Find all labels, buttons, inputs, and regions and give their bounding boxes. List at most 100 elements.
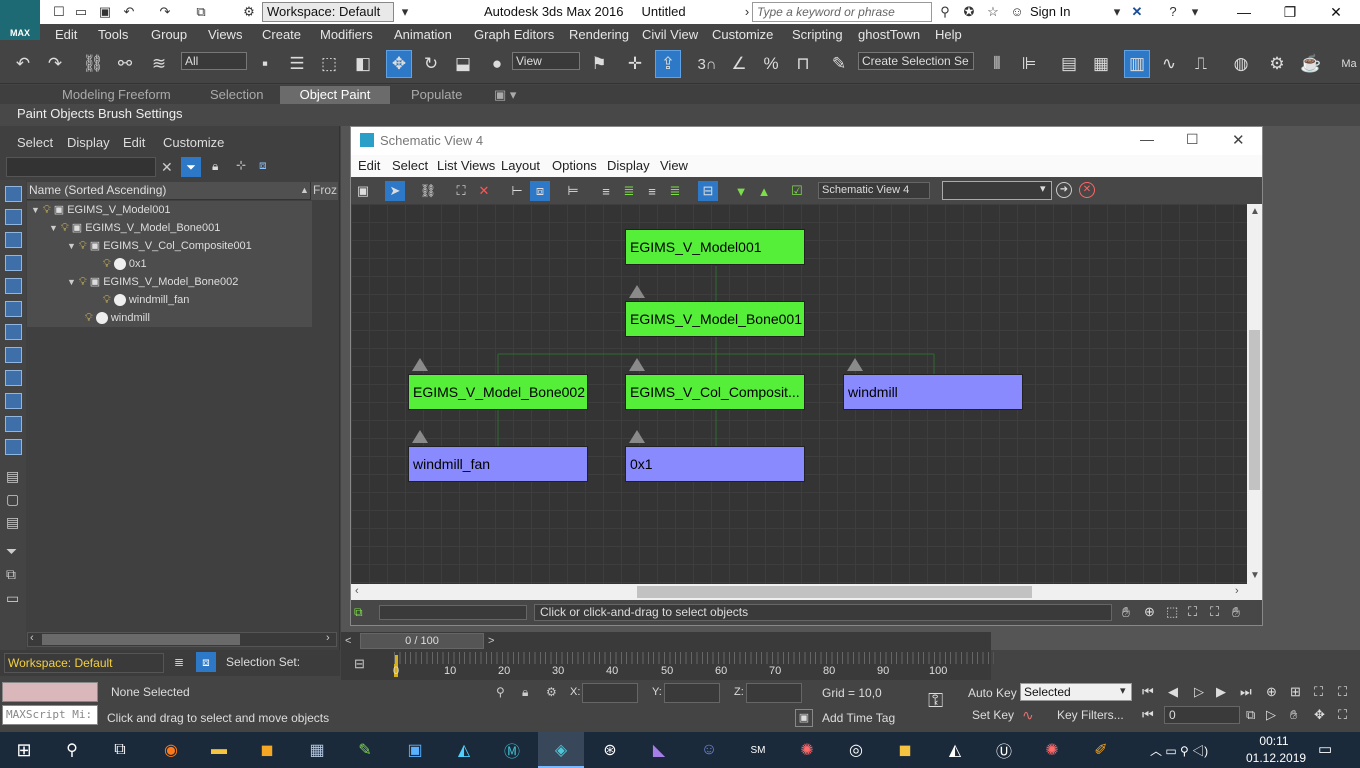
zoom-icon[interactable]: ⊕ <box>1266 684 1277 700</box>
sch-menu-display[interactable]: Display <box>607 158 650 173</box>
menu-create[interactable]: Create <box>262 27 301 42</box>
references-mode-icon[interactable]: ⧈ <box>530 181 550 201</box>
close-button[interactable]: ✕ <box>1232 131 1245 149</box>
panel-paint-objects[interactable]: Paint Objects <box>13 105 98 124</box>
edit-named-selection-icon[interactable]: ✎ <box>826 50 852 78</box>
mudbox-icon[interactable]: ◭ <box>450 736 478 764</box>
align-icon[interactable]: ⊫ <box>1016 50 1042 78</box>
app-icon[interactable]: ✺ <box>793 736 821 764</box>
user-icon[interactable]: ☺ <box>1008 3 1026 21</box>
display-shapes-icon[interactable] <box>5 232 22 248</box>
display-bones-icon[interactable] <box>5 393 22 409</box>
chevron-down-icon[interactable]: ▼ <box>67 277 76 287</box>
tree-item[interactable]: ▼ 💡︎ ▣ EGIMS_V_Model001 <box>27 201 312 219</box>
zoom-extents-all-icon[interactable]: ⛶ <box>1338 684 1347 700</box>
orbit-icon[interactable]: ✥ <box>1314 707 1325 723</box>
display-all-icon[interactable]: ▤ <box>6 468 19 485</box>
schematic-node[interactable]: EGIMS_V_Model_Bone002 <box>408 374 588 410</box>
app-icon[interactable]: ▦ <box>303 736 331 764</box>
link-icon[interactable]: ⛓ <box>80 50 106 78</box>
time-prev-icon[interactable]: < <box>345 635 351 647</box>
tree-item[interactable]: ▼ 💡︎ ▣ EGIMS_V_Col_Composite001 <box>27 237 312 255</box>
key-curve-icon[interactable]: ∿ <box>1022 707 1034 724</box>
notifications-icon[interactable]: ▭ <box>1318 740 1332 758</box>
clear-icon[interactable]: ✕ <box>1079 182 1095 198</box>
menu-scripting[interactable]: Scripting <box>792 27 843 42</box>
find-input[interactable] <box>6 157 156 177</box>
collapse-icon[interactable]: ▼ <box>731 181 751 201</box>
hierarchy-mode-icon[interactable]: ⧈ <box>196 652 216 672</box>
steam-icon[interactable]: ⊛ <box>596 736 624 764</box>
undo-icon[interactable]: ↶ <box>120 3 138 21</box>
zoom-all-icon[interactable]: ⊞ <box>1290 684 1301 700</box>
se-menu-customize[interactable]: Customize <box>163 135 224 150</box>
render-frame-icon[interactable]: ☕ <box>1298 50 1324 78</box>
zoom-selected-icon[interactable]: ⛶ <box>1210 604 1219 620</box>
go-to-end-icon[interactable]: ⏭ <box>1240 684 1252 700</box>
collapse-triangle-icon[interactable] <box>629 285 645 298</box>
arrange-children-icon[interactable]: ⊟ <box>698 181 718 201</box>
scrollbar-thumb[interactable] <box>637 586 1032 598</box>
menu-animation[interactable]: Animation <box>394 27 452 42</box>
subscription-icon[interactable]: ✪ <box>960 3 978 21</box>
tab-selection[interactable]: Selection <box>202 86 271 105</box>
firefox-icon[interactable]: ◉ <box>157 736 185 764</box>
key-mode-dropdown[interactable]: Selected <box>1020 683 1132 701</box>
schematic-node[interactable]: EGIMS_V_Model001 <box>625 229 805 265</box>
time-slider-thumb[interactable]: 0 / 100 <box>360 633 484 649</box>
next-frame-icon[interactable]: ▶ <box>1216 684 1226 700</box>
menu-graph-editors[interactable]: Graph Editors <box>474 27 554 42</box>
chevron-down-icon[interactable]: ▾ <box>1120 684 1126 697</box>
sch-menu-select[interactable]: Select <box>392 158 428 173</box>
align-right-icon[interactable]: ≡ <box>642 181 662 201</box>
scroll-down-icon[interactable]: ▼ <box>1250 570 1260 581</box>
app-icon[interactable]: ✺ <box>1038 736 1066 764</box>
save-icon[interactable]: ▣ <box>96 3 114 21</box>
clear-search-icon[interactable]: ✕ <box>161 159 177 175</box>
workspace-icon[interactable]: ⚙ <box>240 3 258 21</box>
filter-icon[interactable]: ⏷ <box>181 157 201 177</box>
pivot-center-icon[interactable]: ⚑ <box>586 50 612 78</box>
auto-key-button[interactable]: Auto Key <box>968 686 1017 700</box>
se-menu-display[interactable]: Display <box>67 135 110 150</box>
go-arrow-icon[interactable]: ➜ <box>1056 182 1072 198</box>
display-xrefs-icon[interactable] <box>5 370 22 386</box>
select-rotate-icon[interactable]: ↻ <box>418 50 444 78</box>
filter-icon[interactable]: ⊨ <box>563 181 583 201</box>
search-dropdown[interactable] <box>942 181 1052 200</box>
menu-tools[interactable]: Tools <box>98 27 128 42</box>
zoom-region-icon[interactable]: ⬚ <box>1166 604 1178 620</box>
tree-item[interactable]: ▼ 💡︎ ▣ EGIMS_V_Model_Bone002 <box>27 273 312 291</box>
pan-hand-icon[interactable]: ✋︎ <box>1122 604 1130 621</box>
paint-icon[interactable]: ✐ <box>1087 736 1115 764</box>
maxscript-input[interactable]: MAXScript Mi: <box>2 705 98 725</box>
display-invert-icon[interactable]: ▤ <box>6 514 19 531</box>
layers-icon[interactable]: ≣ <box>174 655 184 669</box>
app-menu-button[interactable]: MAX <box>0 0 40 40</box>
schematic-node[interactable]: windmill_fan <box>408 446 588 482</box>
collapse-triangle-icon[interactable] <box>629 430 645 443</box>
chevron-down-icon[interactable]: ▼ <box>31 205 40 215</box>
go-to-start-icon[interactable]: ⏮ <box>1142 684 1154 700</box>
display-frozen-icon[interactable] <box>5 439 22 455</box>
angle-snap-icon[interactable]: ∠ <box>726 50 752 78</box>
task-view-icon[interactable]: ⧉ <box>106 736 134 764</box>
light-bulb-icon[interactable]: 💡︎ <box>61 222 69 234</box>
exchange-icon[interactable]: ✕ <box>1128 3 1146 21</box>
column-header-name[interactable]: Name (Sorted Ascending) <box>27 182 337 200</box>
scrollbar-thumb[interactable] <box>1249 330 1260 490</box>
photos-icon[interactable]: ▣ <box>401 736 429 764</box>
view-name-field[interactable]: Schematic View 4 <box>818 182 930 199</box>
favorites-star-icon[interactable]: ☆ <box>984 3 1002 21</box>
time-next-icon[interactable]: > <box>488 635 494 647</box>
collapse-triangle-icon[interactable] <box>847 358 863 371</box>
sch-menu-view[interactable]: View <box>660 158 688 173</box>
select-arrow-icon[interactable]: ➤ <box>385 181 405 201</box>
pan-to-selected-icon[interactable]: ✋︎ <box>1232 604 1240 621</box>
display-helpers-icon[interactable] <box>5 301 22 317</box>
tree-item[interactable]: ▼ 💡︎ ▣ EGIMS_V_Model_Bone001 <box>27 219 312 237</box>
display-cameras-icon[interactable] <box>5 278 22 294</box>
scrollbar-thumb[interactable] <box>42 634 240 645</box>
outlook-icon[interactable]: ◼ <box>253 736 281 764</box>
tree-item[interactable]: 💡︎ windmill <box>27 309 312 327</box>
